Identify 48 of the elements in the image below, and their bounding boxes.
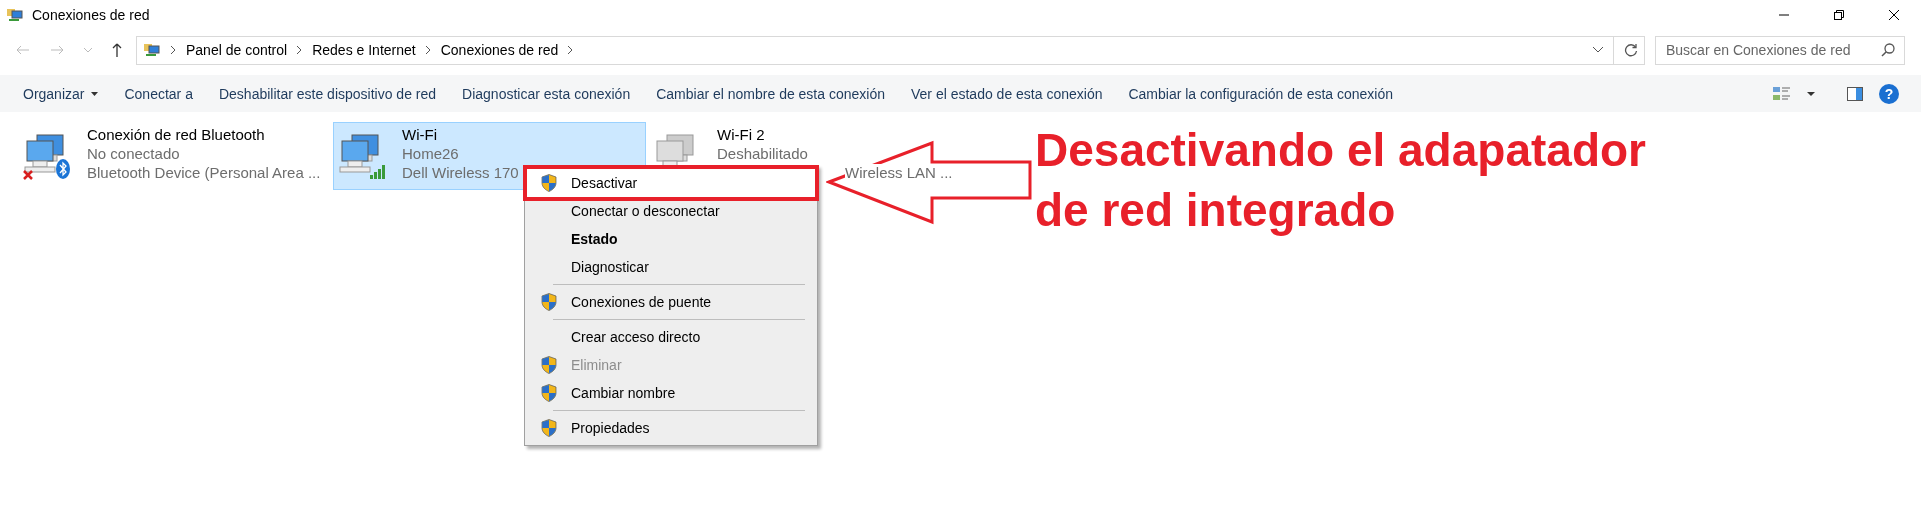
device-name: Bluetooth Device (Personal Area ...: [87, 164, 321, 181]
connection-status: Deshabilitado: [717, 145, 809, 162]
device-name: Wireless LAN ...: [845, 164, 953, 181]
close-icon[interactable]: [1889, 10, 1899, 20]
toolbar-command[interactable]: Cambiar el nombre de esta conexión: [643, 79, 898, 108]
refresh-icon[interactable]: [1624, 43, 1638, 57]
connection-status: Home26: [402, 145, 460, 162]
toolbar-command[interactable]: Ver el estado de esta conexión: [898, 79, 1116, 108]
search-icon: [1881, 42, 1895, 57]
menu-item[interactable]: Cambiar nombre: [527, 379, 815, 407]
breadcrumb-item[interactable]: Conexiones de red: [440, 42, 559, 58]
menu-item[interactable]: Conectar o desconectar: [527, 197, 815, 225]
chevron-right-icon: [171, 46, 176, 54]
help-button[interactable]: ?: [1879, 83, 1899, 104]
breadcrumb-item[interactable]: Redes e Internet: [312, 42, 416, 58]
network-folder-icon: [6, 7, 24, 23]
search-field[interactable]: Buscar en Conexiones de red: [1655, 35, 1905, 65]
connection-status: No conectado: [87, 145, 181, 162]
network-connection-item[interactable]: Conexión de red Bluetooth No conectado Bluetooth Device (Personal Area ...: [18, 122, 331, 190]
toolbar-command[interactable]: Diagnosticar esta conexión: [449, 79, 644, 108]
up-arrow-icon[interactable]: [112, 43, 122, 57]
caret-icon: [91, 91, 99, 96]
menu-item[interactable]: Crear acceso directo: [527, 323, 815, 351]
chevron-down-icon[interactable]: [1593, 47, 1603, 53]
connection-name: Wi-Fi 2: [717, 126, 766, 143]
connection-name: Conexión de red Bluetooth: [87, 126, 266, 143]
toolbar-command[interactable]: Conectar a: [111, 79, 206, 108]
preview-pane-icon[interactable]: [1847, 86, 1863, 101]
restore-icon[interactable]: [1834, 10, 1844, 20]
menu-item[interactable]: Estado: [527, 225, 815, 253]
toolbar-command[interactable]: Cambiar la configuración de esta conexión: [1115, 79, 1407, 108]
menu-item[interactable]: Propiedades: [527, 414, 815, 442]
organize-menu-button[interactable]: Organizar: [10, 79, 112, 108]
connection-name: Wi-Fi: [402, 126, 438, 143]
chevron-right-icon: [297, 46, 303, 54]
menu-item[interactable]: Diagnosticar: [527, 253, 815, 281]
caret-icon[interactable]: [1807, 91, 1815, 96]
breadcrumb-item[interactable]: Panel de control: [186, 42, 288, 58]
annotation-text: Desactivando el adapatador de red integrado: [1035, 123, 1647, 238]
device-name: Dell Wireless 170: [402, 164, 519, 181]
address-bar[interactable]: Panel de control Redes e Internet Conexiones de red: [136, 35, 1645, 65]
toolbar-command[interactable]: Deshabilitar este dispositivo de red: [205, 79, 450, 108]
network-folder-icon: [143, 42, 161, 58]
view-options-icon[interactable]: [1773, 85, 1791, 102]
chevron-right-icon: [425, 46, 431, 54]
chevron-right-icon: [568, 46, 574, 54]
menu-item[interactable]: Conexiones de puente: [527, 288, 815, 316]
window-title: Conexiones de red: [32, 7, 150, 23]
